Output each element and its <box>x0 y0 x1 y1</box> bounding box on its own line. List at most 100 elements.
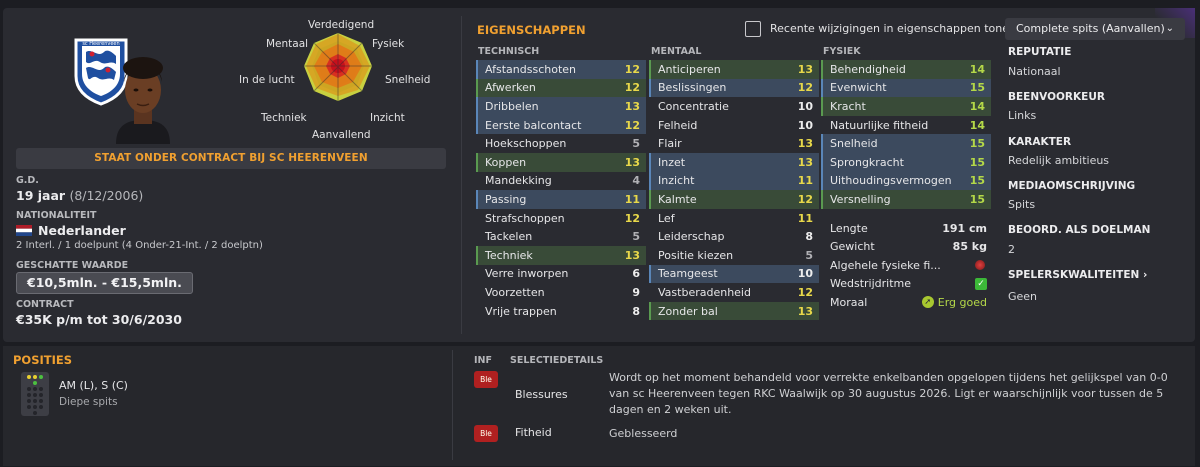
nationality: Nederlander <box>38 223 126 238</box>
attribute-row[interactable]: Kalmte 12 <box>649 190 819 209</box>
attribute-row[interactable]: Vastberadenheid 12 <box>649 283 819 302</box>
attribute-name: Inzicht <box>658 174 695 188</box>
pitch-dot <box>27 375 31 379</box>
morale-value: Erg goed <box>937 295 987 309</box>
position-pitch-icon[interactable] <box>21 372 49 416</box>
attribute-row[interactable]: Passing 11 <box>476 190 646 209</box>
attribute-value: 8 <box>805 230 813 244</box>
rhythm-check-icon[interactable]: ✓ <box>975 277 987 290</box>
mental-attributes: Anticiperen 13 Beslissingen 12 Concentratie 1… <box>649 60 819 321</box>
positions-title: POSITIES <box>13 353 73 367</box>
attribute-name: Lef <box>658 211 675 225</box>
attribute-row[interactable]: Concentratie 10 <box>649 97 819 116</box>
attribute-row[interactable]: Flair 13 <box>649 134 819 153</box>
morale-label: Moraal <box>830 295 868 309</box>
foot-value: Links <box>1008 109 1037 122</box>
attribute-value: 12 <box>797 81 813 95</box>
fitness-name: Fitheid <box>515 426 552 439</box>
attribute-name: Snelheid <box>830 137 878 151</box>
role-dropdown[interactable]: Complete spits (Aanvallen) ⌄ <box>1005 18 1185 40</box>
attribute-row[interactable]: Zonder bal 13 <box>649 301 819 321</box>
role-dropdown-value: Complete spits (Aanvallen) <box>1016 22 1165 35</box>
attribute-name: Vastberadenheid <box>658 285 751 299</box>
attribute-value: 14 <box>969 99 985 113</box>
fitness-status-icon[interactable] <box>975 260 985 271</box>
attribute-row[interactable]: Lef 11 <box>649 209 819 228</box>
attribute-row[interactable]: Voorzetten 9 <box>476 283 646 302</box>
attribute-row[interactable]: Evenwicht 15 <box>821 78 991 98</box>
attribute-row[interactable]: Dribbelen 13 <box>476 97 646 116</box>
attribute-row[interactable]: Felheid 10 <box>649 116 819 135</box>
attribute-row[interactable]: Mandekking 4 <box>476 172 646 191</box>
attribute-value: 13 <box>797 62 813 76</box>
pitch-dot <box>39 387 43 391</box>
attribute-value: 14 <box>969 118 985 132</box>
mental-header: MENTAAL <box>651 46 702 57</box>
attribute-row[interactable]: Eerste balcontact 12 <box>476 115 646 135</box>
attribute-name: Flair <box>658 137 682 151</box>
attribute-row[interactable]: Anticiperen 13 <box>649 60 819 79</box>
attribute-value: 15 <box>969 81 985 95</box>
attribute-row[interactable]: Natuurlijke fitheid 14 <box>821 116 991 135</box>
attribute-row[interactable]: Snelheid 15 <box>821 134 991 153</box>
attribute-row[interactable]: Verre inworpen 6 <box>476 265 646 284</box>
attribute-row[interactable]: Versnelling 15 <box>821 190 991 209</box>
attribute-row[interactable]: Kracht 14 <box>821 97 991 116</box>
recent-changes-label[interactable]: Recente wijzigingen in eigenschappen ton… <box>770 22 1016 35</box>
attribute-row[interactable]: Positie kiezen 5 <box>649 246 819 265</box>
attribute-value: 12 <box>797 192 813 206</box>
pitch-dot <box>33 387 37 391</box>
attribute-row[interactable]: Beslissingen 12 <box>649 78 819 98</box>
length-value: 191 cm <box>942 221 987 235</box>
radar-label-mental: Mentaal <box>266 38 309 50</box>
attribute-value: 5 <box>632 137 640 151</box>
morale-value-wrap[interactable]: ➚ Erg goed <box>921 295 987 309</box>
radar-label-speed: Snelheid <box>385 74 431 86</box>
attribute-row[interactable]: Koppen 13 <box>476 152 646 172</box>
fitness-badge[interactable]: Ble <box>474 425 498 442</box>
attribute-value: 15 <box>969 192 985 206</box>
fitness-label: Algehele fysieke fi... <box>830 258 941 272</box>
attribute-row[interactable]: Techniek 13 <box>476 245 646 265</box>
positions-value: AM (L), S (C) <box>59 379 128 392</box>
attribute-value: 11 <box>624 192 640 206</box>
attribute-row[interactable]: Behendigheid 14 <box>821 60 991 79</box>
attribute-value: 12 <box>624 118 640 132</box>
contract-banner: STAAT ONDER CONTRACT BIJ SC HEERENVEEN <box>16 148 446 169</box>
attribute-row[interactable]: Inzet 13 <box>649 152 819 172</box>
attribute-row[interactable]: Inzicht 11 <box>649 171 819 191</box>
match-rhythm-row: Wedstrijdritme ✓ <box>823 275 993 294</box>
attribute-row[interactable]: Tackelen 5 <box>476 227 646 246</box>
injury-badge[interactable]: Ble <box>474 371 498 388</box>
pitch-dot <box>33 393 37 397</box>
attribute-value: 11 <box>797 211 813 225</box>
attribute-name: Eerste balcontact <box>485 118 582 132</box>
attribute-name: Verre inworpen <box>485 267 569 281</box>
attribute-value: 6 <box>632 267 640 281</box>
attribute-name: Leiderschap <box>658 230 725 244</box>
estimated-value-button[interactable]: €10,5mln. - €15,5mln. <box>16 272 193 294</box>
attribute-value: 13 <box>797 155 813 169</box>
weight-row: Gewicht 85 kg <box>823 238 993 257</box>
attribute-row[interactable]: Teamgeest 10 <box>649 264 819 284</box>
chevron-down-icon: ⌄ <box>1165 23 1174 34</box>
player-traits-link[interactable]: SPELERSKWALITEITEN › <box>1008 269 1147 281</box>
details-header: SELECTIEDETAILS <box>510 355 604 366</box>
nationality-value[interactable]: Nederlander <box>16 223 126 238</box>
attribute-row[interactable]: Hoekschoppen 5 <box>476 134 646 153</box>
pitch-dot <box>39 399 43 403</box>
attribute-row[interactable]: Afstandsschoten 12 <box>476 60 646 79</box>
attribute-row[interactable]: Leiderschap 8 <box>649 227 819 246</box>
gk-rating-label: BEOORD. ALS DOELMAN <box>1008 224 1151 236</box>
attribute-value: 12 <box>624 62 640 76</box>
attribute-name: Voorzetten <box>485 285 545 299</box>
attribute-row[interactable]: Afwerken 12 <box>476 78 646 98</box>
pitch-dot <box>27 405 31 409</box>
attribute-row[interactable]: Vrije trappen 8 <box>476 302 646 321</box>
attribute-row[interactable]: Sprongkracht 15 <box>821 152 991 172</box>
attribute-row[interactable]: Uithoudingsvermogen 15 <box>821 171 991 191</box>
attribute-row[interactable]: Strafschoppen 12 <box>476 209 646 228</box>
media-value: Spits <box>1008 198 1036 211</box>
foot-label: BEENVOORKEUR <box>1008 91 1105 103</box>
recent-changes-checkbox[interactable] <box>745 21 761 37</box>
